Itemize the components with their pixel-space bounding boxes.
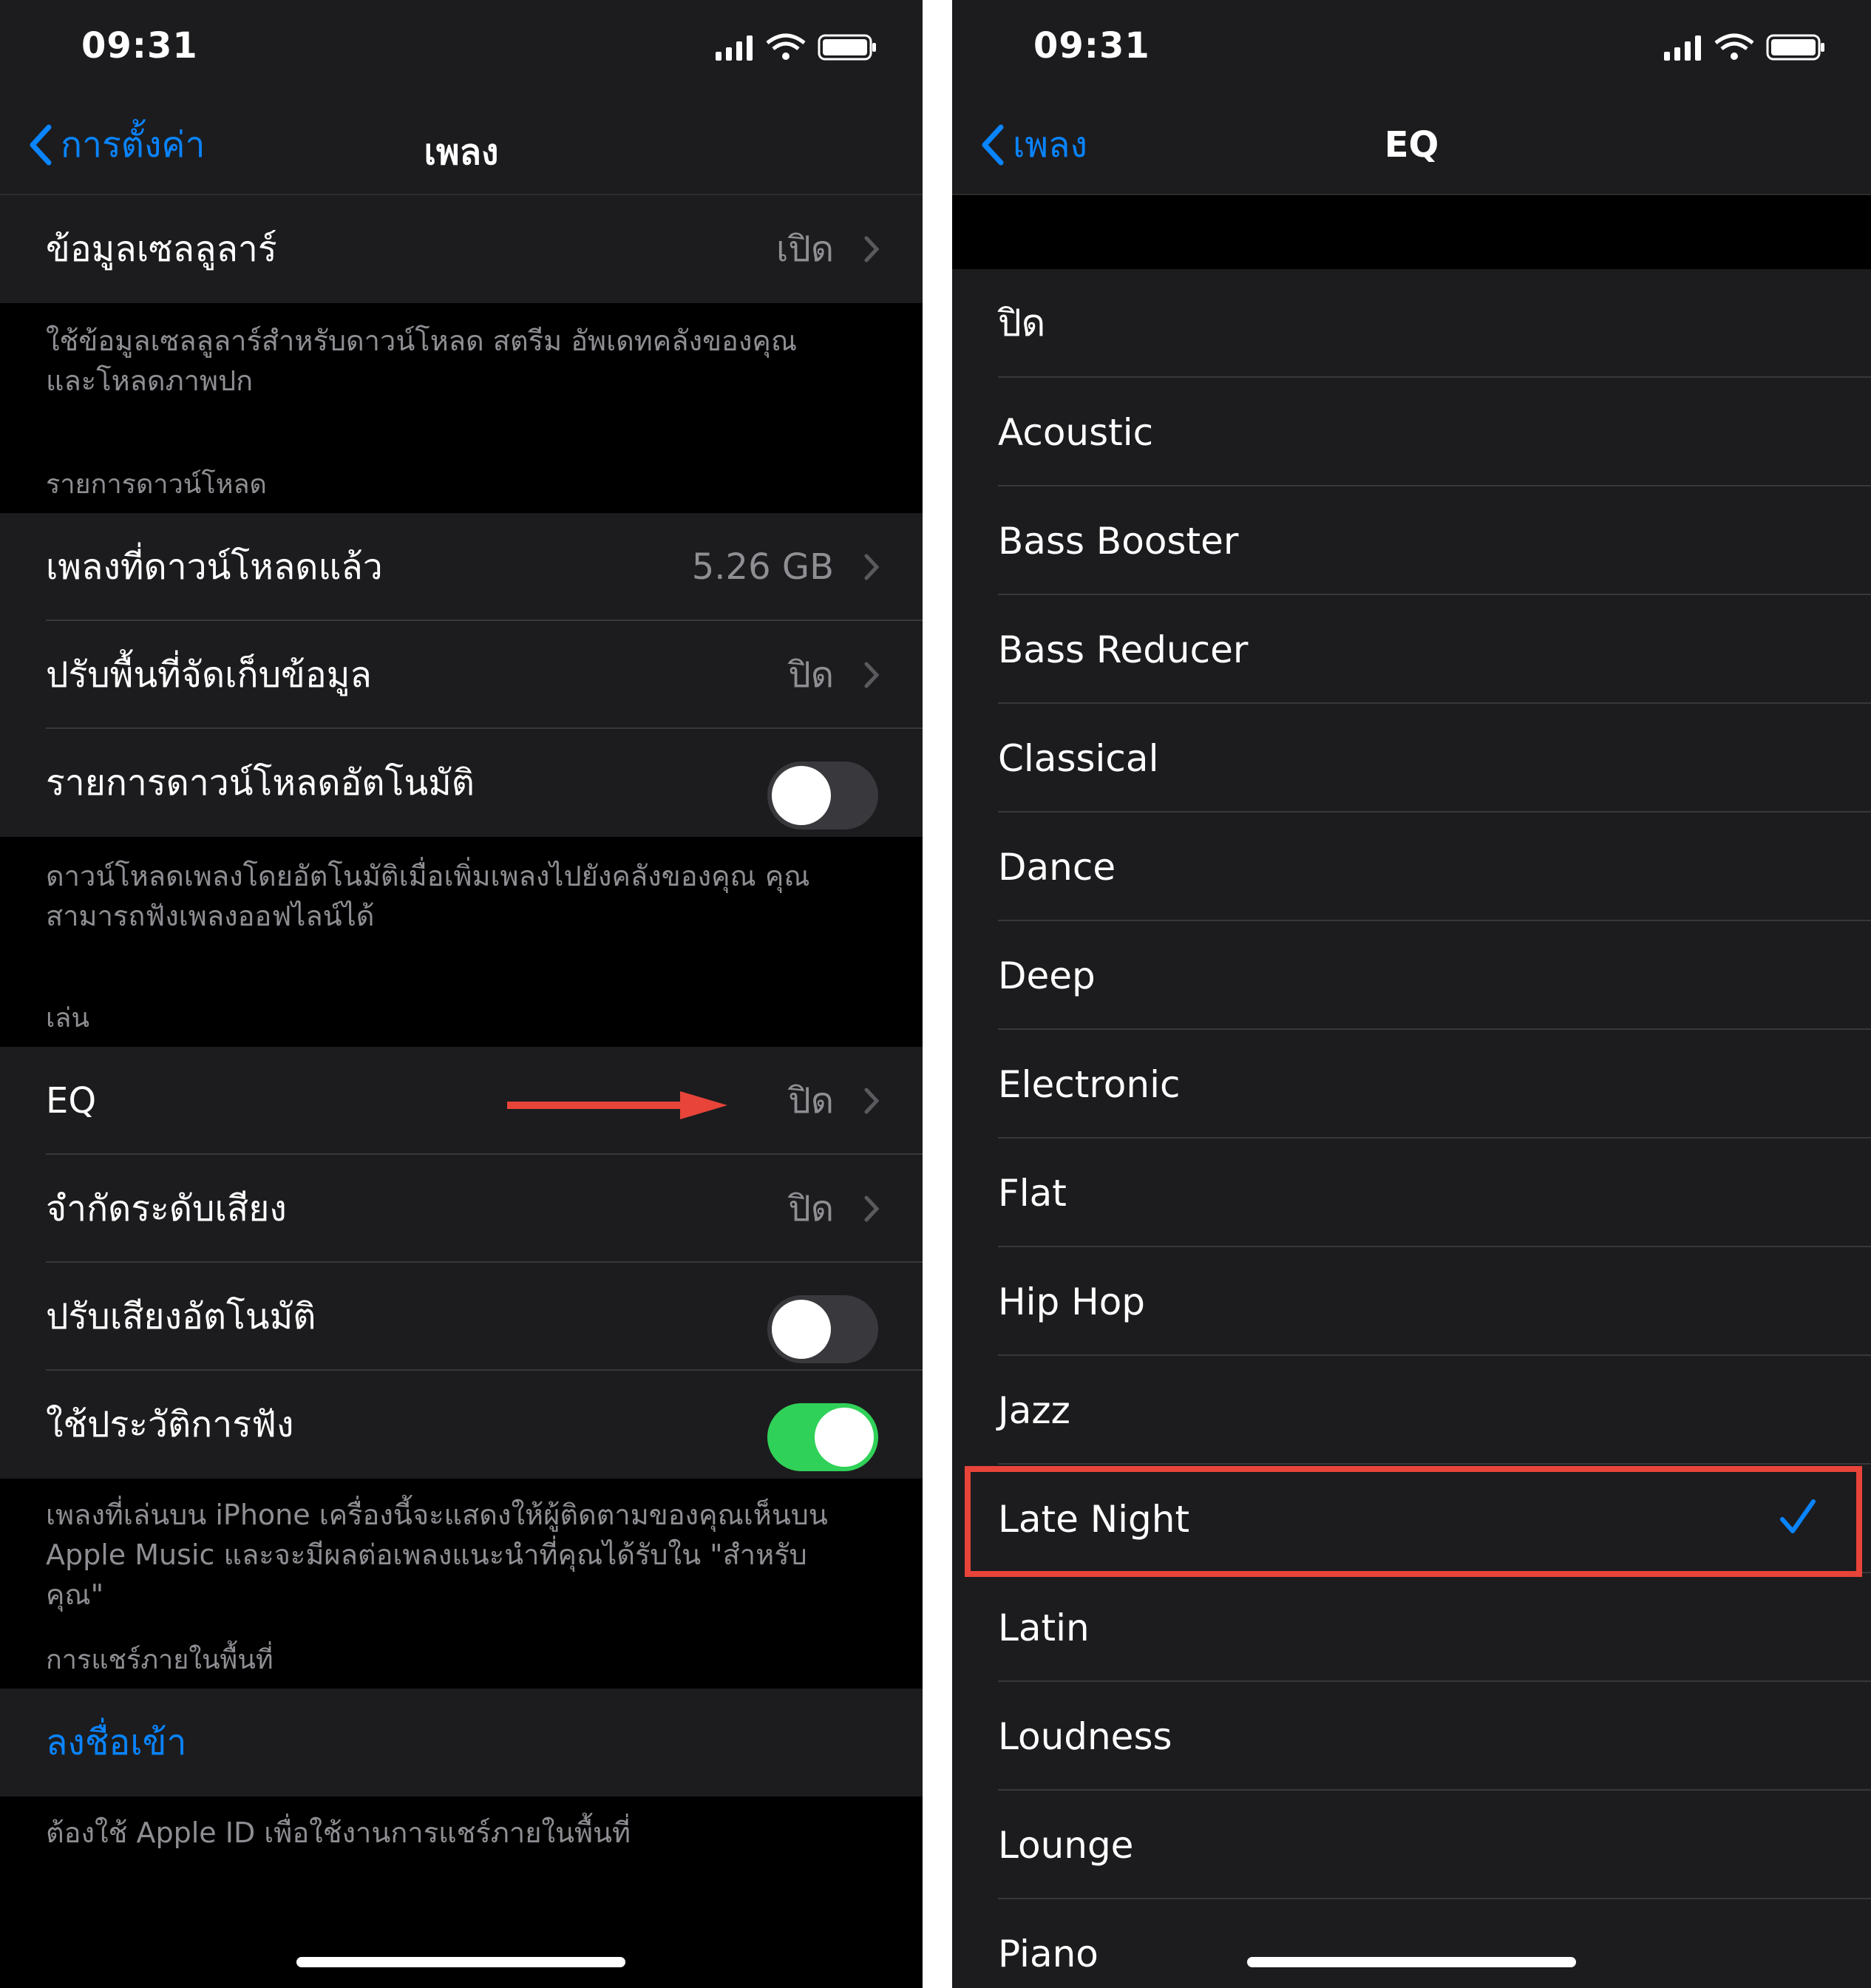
- cellular-value: เปิด: [775, 228, 834, 270]
- eq-option-label: Jazz: [998, 1388, 1070, 1432]
- status-icons: [716, 33, 876, 61]
- auto-download-footer: ดาวน์โหลดเพลงโดยอัตโนมัติเมื่อเพิ่มเพลงไ…: [46, 860, 810, 932]
- eq-option-label: Acoustic: [998, 410, 1154, 454]
- chevron-right-icon: [864, 236, 880, 262]
- eq-option-label: Loudness: [998, 1714, 1172, 1758]
- eq-option-row[interactable]: Latin: [952, 1573, 1871, 1682]
- optimize-value: ปิด: [788, 654, 834, 696]
- eq-option-row[interactable]: Deep: [952, 921, 1871, 1030]
- eq-option-row[interactable]: Piano: [952, 1899, 1871, 1988]
- eq-value: ปิด: [788, 1080, 834, 1122]
- sound-check-label: ปรับเสียงอัตโนมัติ: [46, 1296, 316, 1337]
- eq-option-row[interactable]: Classical: [952, 704, 1871, 812]
- eq-option-label: ปิด: [998, 302, 1046, 345]
- auto-download-row: รายการดาวน์โหลดอัตโนมัติ: [0, 729, 923, 837]
- eq-option-row[interactable]: Loudness: [952, 1682, 1871, 1791]
- eq-option-label: Bass Booster: [998, 519, 1239, 563]
- auto-download-label: รายการดาวน์โหลดอัตโนมัติ: [46, 762, 475, 804]
- eq-option-row[interactable]: Flat: [952, 1139, 1871, 1247]
- listening-history-label: ใช้ประวัติการฟัง: [46, 1404, 294, 1445]
- playback-section: EQ ปิด จำกัดระดับเสียง ปิด ปรับเสียงอัตโ…: [0, 1047, 923, 1479]
- eq-option-row[interactable]: Bass Reducer: [952, 595, 1871, 704]
- eq-option-label: Bass Reducer: [998, 628, 1249, 671]
- auto-download-toggle[interactable]: [767, 761, 878, 830]
- cellular-data-row[interactable]: ข้อมูลเซลลูลาร์ เปิด: [0, 195, 923, 303]
- optimize-label: ปรับพื้นที่จัดเก็บข้อมูล: [46, 654, 372, 696]
- eq-row[interactable]: EQ ปิด: [0, 1047, 923, 1155]
- home-sharing-section: ลงชื่อเข้า: [0, 1689, 923, 1797]
- volume-limit-value: ปิด: [788, 1188, 834, 1229]
- music-settings-screen: 09:31 การตั้งค่า เพลง ข้อมูลเซลลูลาร์ เป…: [0, 0, 923, 1988]
- eq-option-row[interactable]: Jazz: [952, 1356, 1871, 1465]
- downloads-header: รายการดาวน์โหลด: [46, 469, 267, 500]
- selection-highlight-box: [965, 1466, 1862, 1577]
- eq-option-row[interactable]: Acoustic: [952, 378, 1871, 486]
- status-time: 09:31: [1033, 25, 1150, 67]
- page-title: เพลง: [424, 132, 499, 173]
- status-bar: 09:31: [952, 0, 1871, 96]
- status-time: 09:31: [81, 25, 198, 67]
- volume-limit-row[interactable]: จำกัดระดับเสียง ปิด: [0, 1155, 923, 1263]
- home-sharing-footer: ต้องใช้ Apple ID เพื่อใช้งานการแชร์ภายใน…: [46, 1816, 631, 1849]
- eq-option-label: Deep: [998, 954, 1096, 997]
- volume-limit-label: จำกัดระดับเสียง: [46, 1188, 287, 1229]
- eq-options-list: ปิด Acoustic Bass Booster Bass Reducer Class…: [952, 269, 1871, 1988]
- listening-history-footer: เพลงที่เล่นบน iPhone เครื่องนี้จะแสดงให้…: [46, 1499, 828, 1611]
- eq-option-label: Piano: [998, 1932, 1099, 1975]
- eq-screen: 09:31 เพลง EQ ปิด Acoustic Bass Booster Bas…: [952, 0, 1871, 1988]
- cellular-section: ข้อมูลเซลลูลาร์ เปิด: [0, 195, 923, 303]
- status-bar: 09:31: [0, 0, 923, 96]
- eq-option-row[interactable]: Electronic: [952, 1030, 1871, 1139]
- toggle-knob: [815, 1408, 874, 1467]
- eq-option-row[interactable]: Bass Booster: [952, 486, 1871, 595]
- eq-option-row[interactable]: Lounge: [952, 1791, 1871, 1899]
- chevron-right-icon: [864, 1195, 880, 1222]
- eq-option-label: Classical: [998, 736, 1159, 780]
- downloaded-value: 5.26 GB: [691, 546, 834, 588]
- cellular-footer: ใช้ข้อมูลเซลลูลาร์สำหรับดาวน์โหลด สตรีม …: [46, 325, 798, 397]
- sound-check-toggle[interactable]: [767, 1295, 878, 1363]
- navigation-bar: เพลง EQ: [952, 96, 1871, 195]
- eq-label: EQ: [46, 1080, 97, 1122]
- eq-option-row[interactable]: ปิด: [952, 269, 1871, 378]
- annotation-arrow: [507, 1091, 727, 1119]
- chevron-right-icon: [864, 662, 880, 688]
- listening-history-toggle[interactable]: [767, 1403, 878, 1471]
- status-icons: [1664, 33, 1824, 61]
- sound-check-row: ปรับเสียงอัตโนมัติ: [0, 1263, 923, 1371]
- eq-option-label: Flat: [998, 1171, 1067, 1215]
- downloaded-label: เพลงที่ดาวน์โหลดแล้ว: [46, 546, 383, 588]
- eq-option-label: Hip Hop: [998, 1280, 1146, 1323]
- navigation-bar: การตั้งค่า เพลง: [0, 96, 923, 195]
- home-sharing-header: การแชร์ภายในพื้นที่: [46, 1645, 274, 1675]
- eq-option-label: Lounge: [998, 1823, 1134, 1867]
- cellular-label: ข้อมูลเซลลูลาร์: [46, 228, 277, 270]
- eq-option-label: Dance: [998, 845, 1116, 889]
- page-title: EQ: [1384, 124, 1439, 166]
- eq-option-label: Electronic: [998, 1062, 1181, 1106]
- chevron-right-icon: [864, 554, 880, 580]
- eq-option-label: Latin: [998, 1606, 1090, 1649]
- toggle-knob: [772, 1300, 831, 1359]
- playback-header: เล่น: [46, 1003, 89, 1034]
- toggle-knob: [772, 766, 831, 825]
- eq-option-row[interactable]: Hip Hop: [952, 1247, 1871, 1356]
- home-indicator[interactable]: [1247, 1957, 1576, 1967]
- home-indicator[interactable]: [296, 1957, 625, 1967]
- downloads-section: เพลงที่ดาวน์โหลดแล้ว 5.26 GB ปรับพื้นที่…: [0, 513, 923, 837]
- eq-option-row[interactable]: Dance: [952, 812, 1871, 921]
- optimize-storage-row[interactable]: ปรับพื้นที่จัดเก็บข้อมูล ปิด: [0, 621, 923, 729]
- downloaded-music-row[interactable]: เพลงที่ดาวน์โหลดแล้ว 5.26 GB: [0, 513, 923, 621]
- sign-in-button[interactable]: ลงชื่อเข้า: [0, 1689, 923, 1797]
- chevron-right-icon: [864, 1088, 880, 1114]
- listening-history-row: ใช้ประวัติการฟัง: [0, 1371, 923, 1479]
